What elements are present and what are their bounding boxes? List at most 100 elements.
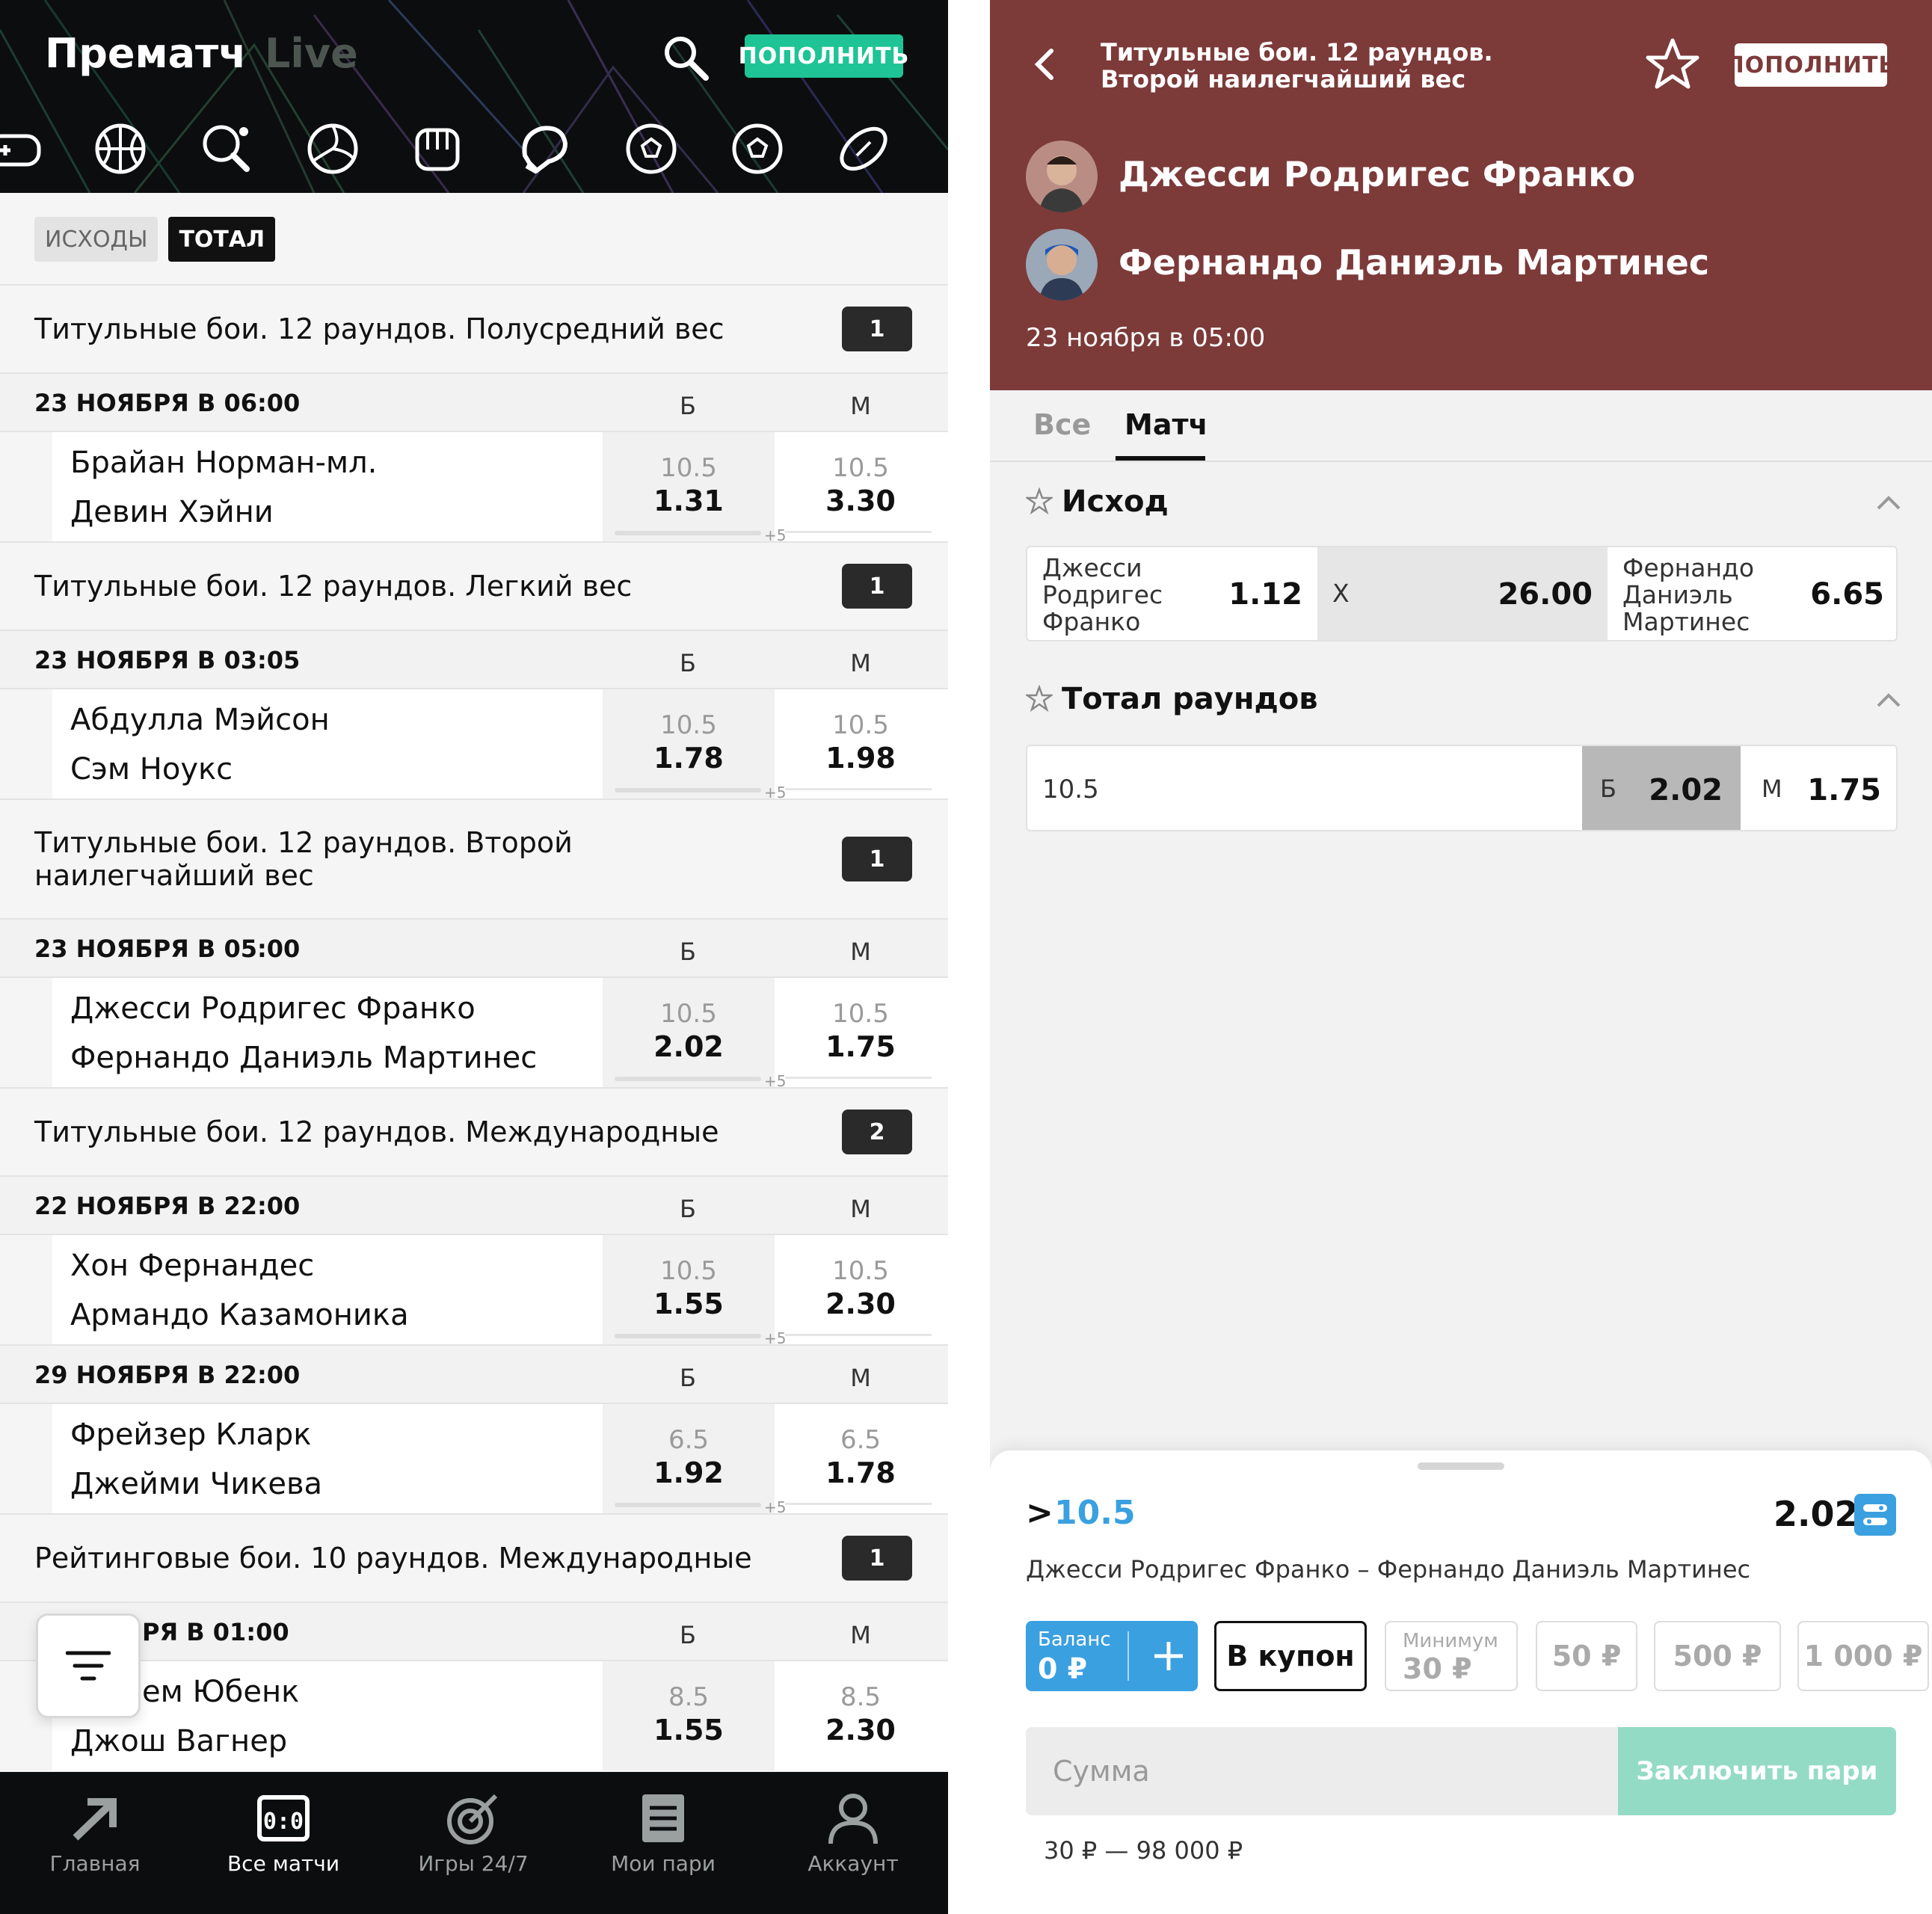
star-icon[interactable] bbox=[1026, 685, 1053, 712]
volleyball-icon[interactable] bbox=[304, 120, 362, 178]
over-odds-cell[interactable]: 10.5 1.55 bbox=[603, 1235, 775, 1344]
over-odds-cell[interactable]: 8.5 1.55 bbox=[603, 1661, 775, 1770]
football-icon[interactable] bbox=[728, 120, 787, 178]
stake-amount-input[interactable] bbox=[1026, 1727, 1618, 1815]
gamepad-icon[interactable] bbox=[0, 120, 43, 178]
filter-outcomes[interactable]: ИСХОДЫ bbox=[34, 217, 159, 262]
match-row[interactable]: Джесси Родригес Франко Фернандо Даниэль … bbox=[0, 976, 948, 1090]
tournament-header[interactable]: Титульные бои. 12 раундов. Международные… bbox=[0, 1087, 948, 1175]
under-odds-cell[interactable]: 6.5 1.78 bbox=[775, 1404, 947, 1513]
outcome-draw[interactable]: Х 26.00 bbox=[1317, 547, 1608, 640]
balance-widget[interactable]: Баланс 0 ₽ bbox=[1026, 1621, 1198, 1691]
fighter-1-avatar bbox=[1026, 141, 1098, 212]
under-odd: 3.30 bbox=[825, 484, 896, 517]
player-2: Джейми Чикева bbox=[70, 1467, 323, 1501]
outcome-label: Фернандо Даниэль Мартинес bbox=[1622, 553, 1755, 636]
live-tab[interactable]: Live bbox=[265, 30, 358, 77]
svg-text:0:0: 0:0 bbox=[263, 1809, 304, 1835]
tab-all[interactable]: Все bbox=[1033, 408, 1091, 441]
plus-icon[interactable] bbox=[1142, 1628, 1195, 1681]
minimum-stake-button[interactable]: Минимум 30 ₽ bbox=[1385, 1621, 1518, 1691]
prematch-tab[interactable]: Прематч bbox=[45, 30, 246, 77]
over-odds-cell[interactable]: 10.5 2.02 bbox=[603, 978, 775, 1087]
place-bet-button[interactable]: Заключить пари bbox=[1618, 1727, 1896, 1815]
over-odd: 1.31 bbox=[653, 484, 724, 517]
add-to-coupon-button[interactable]: В купон bbox=[1214, 1621, 1367, 1691]
tab-games[interactable]: Игры 24/7 bbox=[387, 1772, 559, 1914]
match-row[interactable]: Фрейзер Кларк Джейми Чикева 6.5 1.92 6.5 1… bbox=[0, 1403, 948, 1516]
over-odds-cell[interactable]: 10.5 1.31 bbox=[603, 432, 775, 541]
over-odds-cell[interactable]: 6.5 1.92 bbox=[603, 1404, 775, 1513]
football-icon[interactable] bbox=[622, 120, 680, 178]
over-line: 6.5 bbox=[668, 1425, 710, 1455]
american-football-icon[interactable] bbox=[834, 120, 893, 178]
scoreboard-icon: 0:0 bbox=[257, 1795, 310, 1841]
favorite-star-icon[interactable] bbox=[1645, 37, 1700, 91]
tab-account[interactable]: Аккаунт bbox=[767, 1772, 939, 1914]
table-tennis-icon[interactable] bbox=[197, 120, 256, 178]
outcome-label: Х bbox=[1332, 579, 1350, 608]
topup-button[interactable]: ПОПОЛНИТЬ bbox=[739, 34, 908, 78]
under-odd[interactable]: 1.75 bbox=[1807, 773, 1881, 807]
player-2: Армандо Казамоника bbox=[70, 1298, 409, 1332]
player-2: Девин Хэйни bbox=[70, 495, 274, 529]
chevron-up-icon[interactable] bbox=[1875, 691, 1902, 709]
market-tabs: Все Матч bbox=[990, 390, 1932, 462]
chevron-up-icon[interactable] bbox=[1875, 493, 1902, 511]
under-odd: 1.98 bbox=[825, 742, 896, 775]
column-under-label: М bbox=[850, 392, 871, 420]
stake-row: Заключить пари bbox=[1026, 1727, 1896, 1815]
section-title: Тотал раундов bbox=[1062, 682, 1318, 716]
mma-glove-icon[interactable] bbox=[410, 120, 468, 178]
date-row: 22 НОЯБРЯ В 22:00 Б М bbox=[0, 1175, 948, 1234]
outcome-p2[interactable]: Фернандо Даниэль Мартинес 6.65 bbox=[1608, 547, 1896, 640]
under-label[interactable]: М bbox=[1762, 775, 1782, 803]
match-row[interactable]: Брайан Норман-мл. Девин Хэйни 10.5 1.31 1… bbox=[0, 431, 948, 544]
outcome-label: Джесси Родригес Франко bbox=[1042, 553, 1163, 636]
quick-stake-1000[interactable]: 1 000 ₽ bbox=[1797, 1621, 1929, 1691]
topup-button[interactable]: ПОПОЛНИТЬ bbox=[1726, 43, 1895, 87]
odds-settings-icon[interactable] bbox=[1854, 1494, 1896, 1536]
filter-total[interactable]: ТОТАЛ bbox=[168, 217, 276, 262]
under-odds-cell[interactable]: 10.5 1.98 bbox=[775, 689, 947, 798]
basketball-icon[interactable] bbox=[91, 120, 150, 178]
section-total-rounds[interactable]: Тотал раундов bbox=[1026, 682, 1318, 716]
tournament-header[interactable]: Рейтинговые бои. 10 раундов. Международн… bbox=[0, 1513, 948, 1601]
tab-all-matches[interactable]: 0:0 Все матчи bbox=[197, 1772, 369, 1914]
tab-home[interactable]: Главная bbox=[9, 1772, 181, 1914]
tournament-header[interactable]: Титульные бои. 12 раундов. Второй наилег… bbox=[0, 798, 948, 918]
under-odds-cell[interactable]: 10.5 2.30 bbox=[775, 1235, 947, 1344]
tournament-header[interactable]: Титульные бои. 12 раундов. Легкий вес 1 bbox=[0, 541, 948, 630]
sheet-drag-handle[interactable] bbox=[1418, 1462, 1504, 1470]
filter-button[interactable] bbox=[36, 1613, 141, 1718]
boxing-glove-icon[interactable] bbox=[516, 120, 574, 178]
over-odds-cell[interactable]: 10.5 1.78 bbox=[603, 689, 775, 798]
match-row[interactable]: Абдулла Мэйсон Сэм Ноукс 10.5 1.78 10.5 1.… bbox=[0, 688, 948, 801]
over-odds-cell-selected[interactable]: Б 2.02 bbox=[1582, 746, 1741, 830]
over-odd: 1.55 bbox=[653, 1287, 724, 1320]
back-icon[interactable] bbox=[1026, 42, 1062, 87]
tab-match[interactable]: Матч bbox=[1125, 408, 1208, 441]
outcome-odd: 6.65 bbox=[1810, 577, 1884, 612]
outcome-p1[interactable]: Джесси Родригес Франко 1.12 bbox=[1027, 547, 1317, 640]
under-odds-cell[interactable]: 10.5 1.75 bbox=[775, 978, 947, 1087]
markets-bar bbox=[615, 1503, 761, 1507]
section-outcome[interactable]: Исход bbox=[1026, 484, 1169, 519]
over-odd: 1.78 bbox=[653, 742, 724, 775]
match-row[interactable]: ем Юбенк Джош Вагнер 8.5 1.55 8.5 2.30 bbox=[0, 1660, 948, 1770]
tab-my-bets[interactable]: Мои пари bbox=[577, 1772, 749, 1914]
quick-stake-50[interactable]: 50 ₽ bbox=[1536, 1621, 1637, 1691]
over-line: 10.5 bbox=[660, 1256, 717, 1286]
fighter-1: Джесси Родригес Франко bbox=[1026, 141, 1908, 212]
prematch-screen: Прематч Live ПОПОЛНИТЬ ИСХОДЫ ТОТАЛ Титу… bbox=[0, 0, 948, 1914]
under-odds-cell[interactable]: 10.5 3.30 bbox=[775, 432, 947, 541]
match-row[interactable]: Хон Фернандес Армандо Казамоника 10.5 1.5… bbox=[0, 1234, 948, 1347]
player-1: Хон Фернандес bbox=[70, 1249, 315, 1283]
quick-stake-500[interactable]: 500 ₽ bbox=[1654, 1621, 1781, 1691]
star-icon[interactable] bbox=[1026, 487, 1053, 514]
target-icon bbox=[447, 1794, 498, 1844]
tournament-header[interactable]: Титульные бои. 12 раундов. Полусредний в… bbox=[0, 284, 948, 372]
tournament-title: Титульные бои. 12 раундов. Международные bbox=[34, 1116, 719, 1148]
search-icon[interactable] bbox=[659, 31, 712, 84]
under-odds-cell[interactable]: 8.5 2.30 bbox=[775, 1661, 947, 1770]
